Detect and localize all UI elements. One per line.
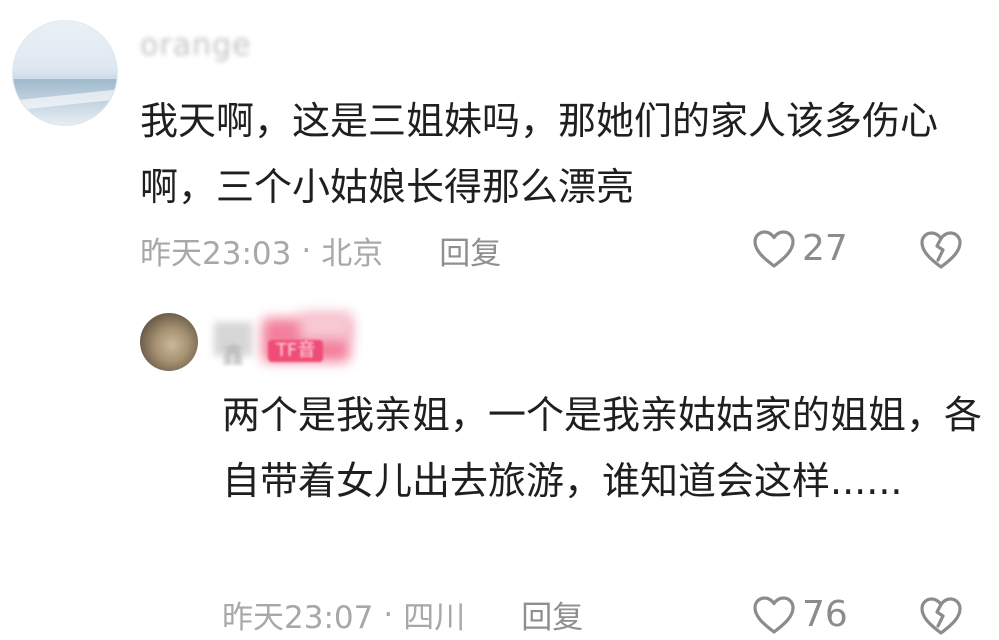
meta-separator: · <box>383 596 394 633</box>
reply-time: 昨天23:07 <box>222 600 374 636</box>
comment-location: 北京 <box>321 236 384 272</box>
comment-text: 我天啊，这是三姐妹吗，那她们的家人该多伤心啊，三个小姑娘长得那么漂亮 <box>140 99 939 209</box>
dislike-button[interactable] <box>918 230 964 274</box>
like-count: 27 <box>802 228 848 269</box>
reply-button[interactable]: 回复 <box>521 592 583 637</box>
reply-username[interactable]: 鑫 <box>222 338 244 370</box>
like-button[interactable]: 27 <box>752 228 848 269</box>
avatar[interactable] <box>12 20 118 126</box>
heart-outline-icon <box>753 595 795 634</box>
badge-blur-highlight <box>300 312 352 340</box>
reply-avatar[interactable] <box>140 313 198 371</box>
meta-separator: · <box>301 232 312 269</box>
like-button[interactable]: 76 <box>752 594 848 635</box>
broken-heart-icon <box>920 597 962 635</box>
user-badge: TF音 <box>268 340 324 362</box>
broken-heart-icon <box>920 231 962 269</box>
heart-outline-icon <box>753 229 795 268</box>
like-count: 76 <box>802 594 848 635</box>
reply-meta: 昨天23:07 · 四川 回复 <box>222 592 583 637</box>
comment-meta: 昨天23:03 · 北京 回复 <box>140 228 501 273</box>
comment-time: 昨天23:03 <box>140 236 292 272</box>
username[interactable]: orange <box>140 28 252 63</box>
reply-button[interactable]: 回复 <box>439 228 501 273</box>
reply-location: 四川 <box>403 600 466 636</box>
dislike-button[interactable] <box>918 596 964 640</box>
reply-text: 两个是我亲姐，一个是我亲姑姑家的姐姐，各自带着女儿出去旅游，谁知道会这样....… <box>222 393 983 503</box>
